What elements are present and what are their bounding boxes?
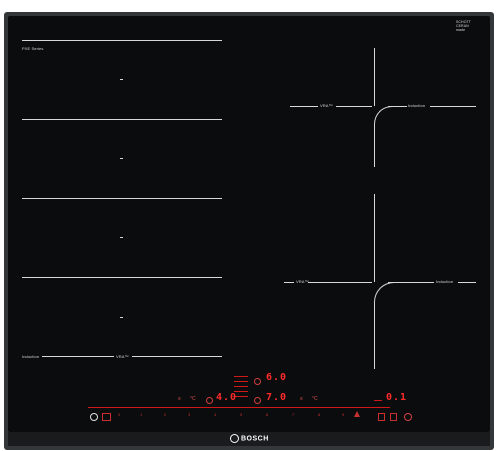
timer-display: 0.1 — [386, 392, 408, 403]
brand-logo: BOSCH — [230, 434, 269, 443]
zone-line — [458, 282, 476, 283]
scale-value[interactable]: 4 — [214, 412, 216, 417]
zone-label-vra: VRA™ — [320, 103, 333, 108]
zone-line — [290, 106, 318, 107]
boost-icon[interactable] — [354, 411, 360, 417]
zone-select-icon[interactable] — [206, 397, 213, 404]
timer-indicator — [374, 400, 382, 401]
scale-value[interactable]: 0 — [118, 412, 120, 417]
scale-value[interactable]: 9 — [342, 412, 344, 417]
settings-icon[interactable] — [404, 413, 412, 421]
power-display-right: 7.0 — [266, 392, 288, 403]
power-level-bar — [234, 386, 248, 387]
zone-label-induction: Induction — [22, 354, 40, 359]
temp-icon[interactable]: °C — [190, 396, 196, 402]
cooktop-glass: SCHOTT CERAN made PXE Series Induction V… — [8, 16, 490, 432]
power-slider-track[interactable] — [88, 407, 390, 408]
zone-divider — [22, 198, 222, 199]
power-display-top: 6.0 — [266, 372, 288, 383]
scale-value[interactable]: 5 — [240, 412, 242, 417]
zone-center-mark — [120, 158, 123, 159]
clock-icon[interactable] — [390, 413, 397, 421]
boost-icon[interactable]: ≡ — [300, 396, 303, 402]
zone-label-induction: Induction — [436, 279, 454, 284]
zone-center-mark — [120, 237, 123, 238]
zone-select-icon[interactable] — [254, 397, 261, 404]
zone-line — [388, 282, 434, 283]
power-level-bar — [234, 381, 248, 382]
glass-brand-mark: SCHOTT CERAN made — [456, 20, 471, 32]
zone-line — [430, 106, 476, 107]
zone-line — [388, 106, 406, 107]
brand-name: BOSCH — [241, 435, 269, 443]
zone-center-mark — [120, 79, 123, 80]
scale-value[interactable]: 6 — [266, 412, 268, 417]
zone-center-mark — [120, 317, 123, 318]
zone-arc — [374, 282, 415, 369]
boost-icon[interactable]: ≡ — [178, 396, 181, 402]
zone-line — [374, 48, 375, 106]
bosch-logo-icon — [230, 434, 239, 443]
temp-icon[interactable]: °C — [312, 396, 318, 402]
series-label: PXE Series — [22, 46, 44, 51]
zone-divider — [22, 40, 222, 41]
zone-label-vra: VRA™ — [116, 354, 129, 359]
scale-value[interactable]: 1 — [140, 412, 142, 417]
scale-value[interactable]: 8 — [318, 412, 320, 417]
power-display-left: 4.0 — [216, 392, 238, 403]
zone-arc — [374, 106, 407, 167]
zone-line — [284, 282, 294, 283]
scale-value[interactable]: 7 — [292, 412, 294, 417]
zone-line — [42, 356, 114, 357]
power-level-bar — [234, 376, 248, 377]
zone-line — [308, 282, 372, 283]
scale-value[interactable]: 2 — [164, 412, 166, 417]
zone-divider — [22, 119, 222, 120]
zone-line — [336, 106, 372, 107]
timer-icon[interactable] — [378, 413, 385, 421]
child-lock-icon[interactable] — [102, 413, 111, 421]
zone-divider — [22, 277, 222, 278]
zone-label-induction: Induction — [408, 103, 426, 108]
zone-label-vra: VRA™ — [296, 279, 309, 284]
power-icon[interactable] — [90, 413, 98, 421]
zone-line — [374, 194, 375, 282]
zone-line — [132, 356, 222, 357]
zone-select-icon[interactable] — [254, 378, 261, 385]
scale-value[interactable]: 3 — [188, 412, 190, 417]
